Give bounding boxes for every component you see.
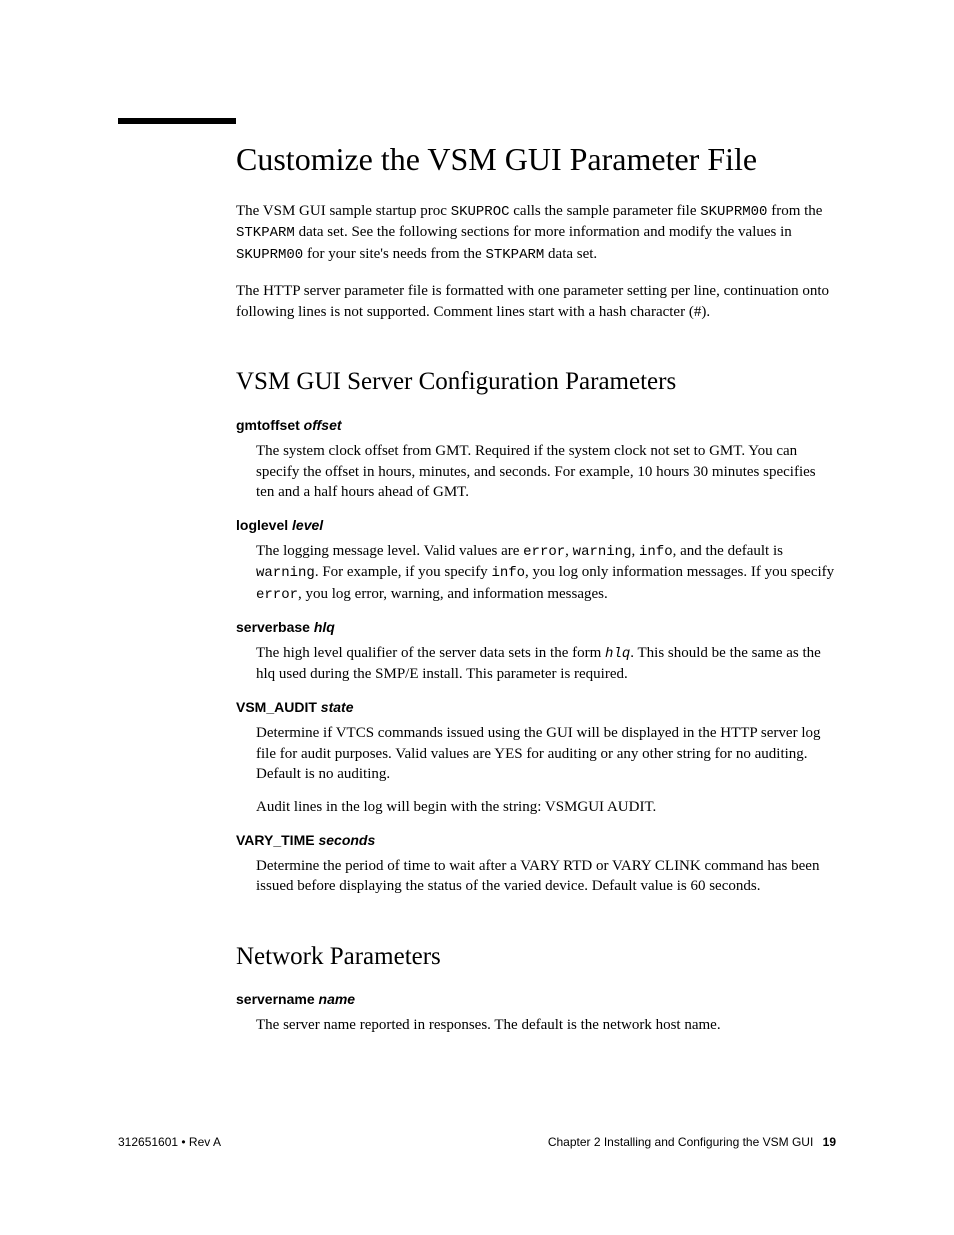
param-description: The server name reported in responses. T…: [256, 1015, 836, 1036]
param-description: Determine if VTCS commands issued using …: [256, 723, 836, 785]
param-arg: offset: [304, 417, 342, 433]
param-arg: level: [292, 517, 323, 533]
param-arg: state: [321, 699, 354, 715]
param-heading: servername name: [236, 991, 836, 1007]
footer-page-number: 19: [823, 1135, 836, 1149]
param-arg: name: [319, 991, 356, 1007]
page-title: Customize the VSM GUI Parameter File: [236, 139, 836, 179]
param-heading: VARY_TIME seconds: [236, 832, 836, 848]
param-description: The logging message level. Valid values …: [256, 541, 836, 605]
param-description: The system clock offset from GMT. Requir…: [256, 441, 836, 503]
param-name: VSM_AUDIT: [236, 699, 321, 715]
param-heading: serverbase hlq: [236, 619, 836, 635]
body-paragraph: The HTTP server parameter file is format…: [236, 281, 836, 322]
footer-chapter-text: Chapter 2 Installing and Configuring the…: [548, 1135, 813, 1149]
param-name: serverbase: [236, 619, 314, 635]
footer-chapter: Chapter 2 Installing and Configuring the…: [548, 1135, 836, 1149]
param-description: Audit lines in the log will begin with t…: [256, 797, 836, 818]
sections-block: VSM GUI Server Configuration Parameters g…: [236, 366, 836, 1036]
param-name: VARY_TIME: [236, 832, 318, 848]
param-heading: loglevel level: [236, 517, 836, 533]
param-arg: hlq: [314, 619, 335, 635]
param-arg: seconds: [318, 832, 375, 848]
page: Customize the VSM GUI Parameter File The…: [0, 0, 954, 1235]
param-name: loglevel: [236, 517, 292, 533]
page-footer: 312651601 • Rev A Chapter 2 Installing a…: [118, 1135, 836, 1149]
section-heading: Network Parameters: [236, 941, 836, 974]
param-heading: VSM_AUDIT state: [236, 699, 836, 715]
param-name: servername: [236, 991, 319, 1007]
intro-block: The VSM GUI sample startup proc SKUPROC …: [236, 201, 836, 322]
section-heading: VSM GUI Server Configuration Parameters: [236, 366, 836, 399]
body-paragraph: The VSM GUI sample startup proc SKUPROC …: [236, 201, 836, 265]
section-rule: [118, 118, 236, 124]
param-name: gmtoffset: [236, 417, 304, 433]
footer-doc-id: 312651601 • Rev A: [118, 1135, 221, 1149]
param-description: The high level qualifier of the server d…: [256, 643, 836, 685]
param-description: Determine the period of time to wait aft…: [256, 856, 836, 897]
param-heading: gmtoffset offset: [236, 417, 836, 433]
